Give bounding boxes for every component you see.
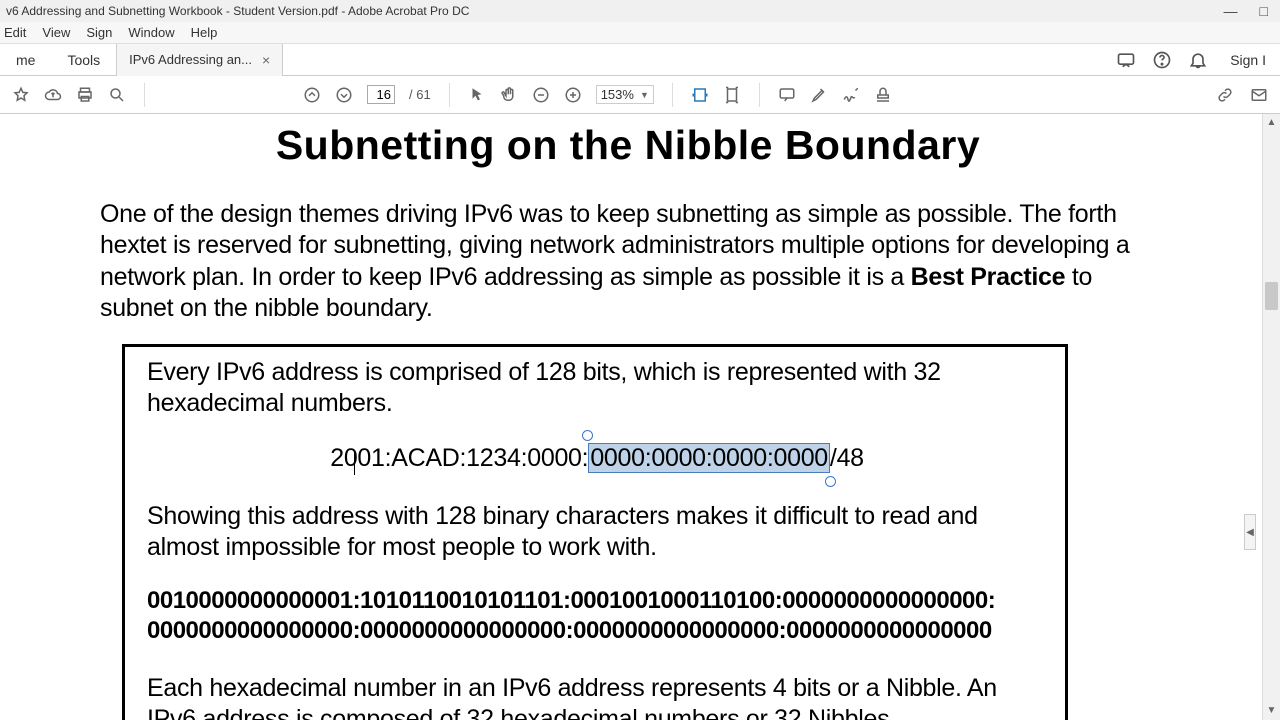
fit-width-icon[interactable]: [691, 86, 709, 104]
box-paragraph-2: Showing this address with 128 binary cha…: [147, 501, 1047, 564]
ipv6-right: /48: [830, 444, 864, 472]
paragraph-intro: One of the design themes driving IPv6 wa…: [0, 199, 1256, 344]
email-icon[interactable]: [1250, 86, 1268, 104]
document-tab-label: IPv6 Addressing an...: [129, 52, 252, 67]
nav-home[interactable]: me: [0, 44, 51, 76]
star-icon[interactable]: [12, 86, 30, 104]
stamp-icon[interactable]: [874, 86, 892, 104]
window-title: v6 Addressing and Subnetting Workbook - …: [4, 4, 469, 18]
zoom-dropdown[interactable]: 153% ▼: [596, 85, 654, 104]
maximize-button[interactable]: □: [1260, 3, 1268, 19]
minimize-button[interactable]: —: [1224, 3, 1238, 19]
window-titlebar: v6 Addressing and Subnetting Workbook - …: [0, 0, 1280, 22]
text-caret: [354, 450, 355, 475]
page-heading: Subnetting on the Nibble Boundary: [0, 114, 1256, 199]
sign-in-button[interactable]: Sign I: [1224, 52, 1272, 68]
ipv6-address-line: 2001:ACAD:1234:0000:0000:0000:0000:0000/…: [147, 444, 1047, 473]
ipv6-left: 2001:ACAD:1234:0000:: [330, 444, 588, 472]
box-paragraph-3: Each hexadecimal number in an IPv6 addre…: [147, 673, 1047, 720]
paragraph-intro-bold: Best Practice: [911, 263, 1066, 291]
bell-icon[interactable]: [1188, 50, 1208, 70]
pointer-icon[interactable]: [468, 86, 486, 104]
window-controls: — □: [1224, 3, 1276, 19]
info-box: Every IPv6 address is comprised of 128 b…: [122, 344, 1068, 720]
menu-edit[interactable]: Edit: [4, 25, 26, 40]
print-icon[interactable]: [76, 86, 94, 104]
document-viewport[interactable]: Subnetting on the Nibble Boundary One of…: [0, 114, 1256, 720]
menu-sign[interactable]: Sign: [86, 25, 112, 40]
menu-help[interactable]: Help: [191, 25, 218, 40]
zoom-out-icon[interactable]: [532, 86, 550, 104]
tab-bar: me Tools IPv6 Addressing an... × Sign I: [0, 44, 1280, 76]
page-down-icon[interactable]: [335, 86, 353, 104]
menu-view[interactable]: View: [42, 25, 70, 40]
toolbar: / 61 153% ▼: [0, 76, 1280, 114]
fit-page-icon[interactable]: [723, 86, 741, 104]
binary-line-2: 0000000000000000:0000000000000000:000000…: [147, 617, 1047, 645]
search-icon[interactable]: [108, 86, 126, 104]
separator: [144, 83, 145, 107]
selection-handle-start[interactable]: [582, 430, 593, 441]
cloud-upload-icon[interactable]: [44, 86, 62, 104]
signature-icon[interactable]: [842, 86, 860, 104]
chat-icon[interactable]: [1116, 50, 1136, 70]
text-selection[interactable]: 0000:0000:0000:0000: [588, 444, 830, 473]
document-tab[interactable]: IPv6 Addressing an... ×: [116, 44, 283, 76]
chevron-down-icon: ▼: [640, 90, 649, 100]
help-icon[interactable]: [1152, 50, 1172, 70]
comment-icon[interactable]: [778, 86, 796, 104]
scroll-up-icon[interactable]: ▲: [1263, 114, 1280, 132]
right-panel-toggle[interactable]: ◀: [1244, 514, 1256, 550]
scroll-track[interactable]: [1263, 132, 1280, 702]
zoom-in-icon[interactable]: [564, 86, 582, 104]
vertical-scrollbar[interactable]: ▲ ▼: [1262, 114, 1280, 720]
highlight-icon[interactable]: [810, 86, 828, 104]
scroll-thumb[interactable]: [1265, 282, 1278, 310]
close-tab-icon[interactable]: ×: [262, 52, 270, 68]
separator: [672, 83, 673, 107]
zoom-value: 153%: [601, 87, 634, 102]
selection-handle-end[interactable]: [825, 476, 836, 487]
separator: [759, 83, 760, 107]
nav-tools[interactable]: Tools: [51, 44, 116, 76]
ipv6-selected: 0000:0000:0000:0000: [588, 443, 830, 473]
separator: [449, 83, 450, 107]
pdf-page: Subnetting on the Nibble Boundary One of…: [0, 114, 1256, 720]
tabbar-right: Sign I: [1116, 50, 1280, 70]
scroll-down-icon[interactable]: ▼: [1263, 702, 1280, 720]
menu-bar: Edit View Sign Window Help: [0, 22, 1280, 44]
binary-line-1: 0010000000000001:1010110010101101:000100…: [147, 587, 1047, 615]
page-total-label: / 61: [409, 87, 431, 102]
menu-window[interactable]: Window: [128, 25, 174, 40]
page-up-icon[interactable]: [303, 86, 321, 104]
box-paragraph-1: Every IPv6 address is comprised of 128 b…: [147, 357, 1047, 420]
link-icon[interactable]: [1216, 86, 1234, 104]
page-number-input[interactable]: [367, 85, 395, 104]
hand-icon[interactable]: [500, 86, 518, 104]
